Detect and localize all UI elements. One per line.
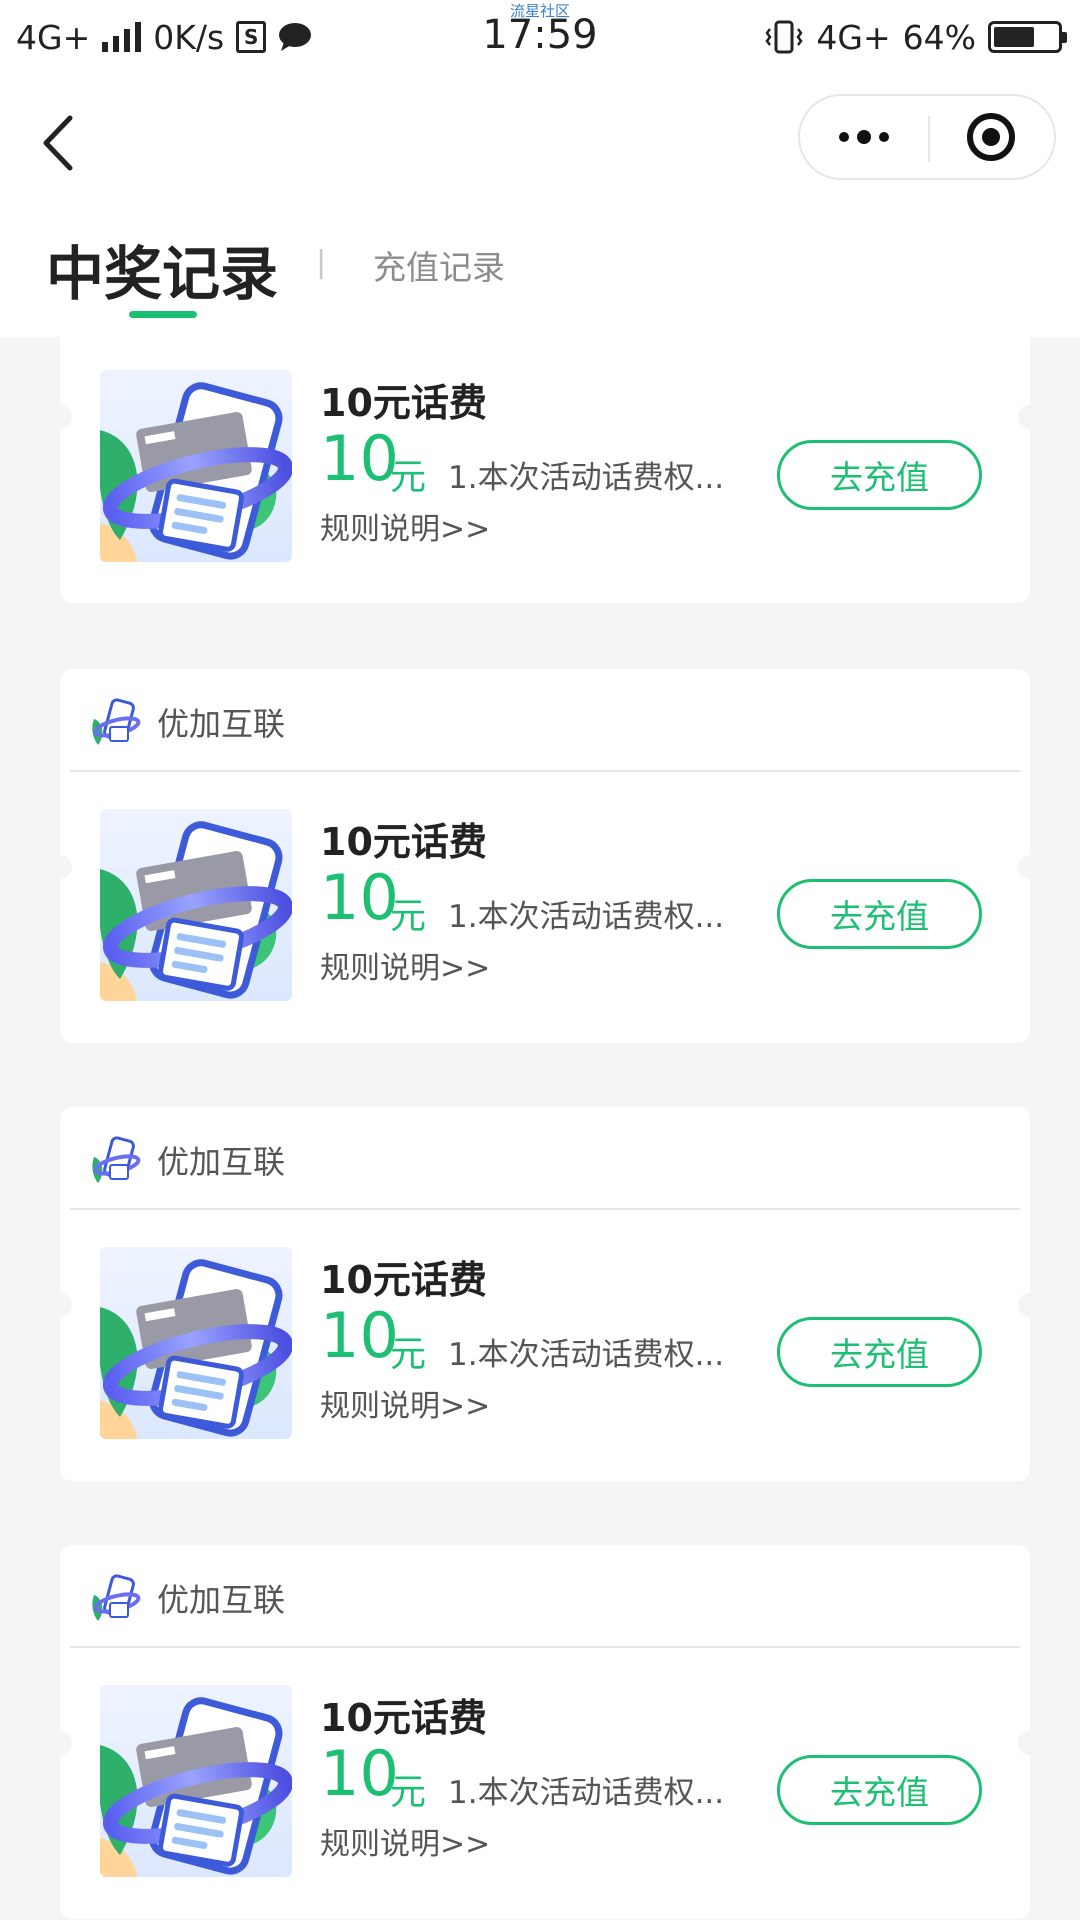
record-card: 优加互联 10元话费 10 元 1.本次活动话费权... 规则说明>> 去充值 [48,1107,1042,1481]
record-body: 10元话费 10 元 1.本次活动话费权... 规则说明>> 去充值 [60,809,1030,1004]
prize-image [100,1685,292,1877]
recharge-button[interactable]: 去充值 [777,879,982,949]
tabs-header: 中奖记录 | 充值记录 [0,215,1080,337]
prize-title: 10元话费 [320,1258,487,1302]
prize-title: 10元话费 [320,820,487,864]
brand-name: 优加互联 [157,1143,286,1181]
rules-link[interactable]: 规则说明>> [320,504,490,548]
record-card: 优加互联 10元话费 10 元 1.本次活动话费权... 规则说明>> 去充值 [48,1545,1042,1919]
prize-amount: 10 [320,1737,399,1810]
tab-winning-records[interactable]: 中奖记录 [46,227,278,311]
brand-logo-icon [92,1135,142,1185]
network-type-right: 4G+ [816,17,891,57]
brand-logo-icon [92,697,142,747]
record-card: 优加互联 10元话费 10 元 1.本次活动话费权... 规则说明>> 去充值 [48,669,1042,1043]
tab-separator: | [316,245,327,280]
nav-bar [0,75,1080,215]
status-bar: 4G+ 0K/s S 流星社区 17:59 4G+ 64% [0,0,1080,75]
target-icon [967,113,1015,161]
more-dots-icon [839,130,889,144]
battery-percent: 64% [902,17,976,57]
prize-description: 1.本次活动话费权... [448,899,725,935]
recharge-button[interactable]: 去充值 [777,1755,982,1825]
brand-name: 优加互联 [157,1581,286,1619]
prize-unit: 元 [390,1772,427,1813]
vibrate-icon [765,20,803,54]
record-body: 10元话费 10 元 1.本次活动话费权... 规则说明>> 去充值 [60,1685,1030,1880]
prize-unit: 元 [390,896,427,937]
rules-link[interactable]: 规则说明>> [320,1819,490,1863]
brand-name: 优加互联 [157,705,286,743]
mini-program-capsule [798,94,1056,180]
prize-description: 1.本次活动话费权... [448,1337,725,1373]
card-divider [70,770,1020,772]
prize-unit: 元 [390,1334,427,1375]
record-header: 优加互联 [60,669,1030,772]
record-body: 10元话费 10 元 1.本次活动话费权... 规则说明>> 去充值 [60,1247,1030,1442]
prize-title: 10元话费 [320,381,487,425]
prize-unit: 元 [390,457,427,498]
back-arrow-icon [43,115,73,171]
tab-recharge-records[interactable]: 充值记录 [373,241,505,289]
active-tab-indicator [129,311,197,318]
rules-link[interactable]: 规则说明>> [320,1381,490,1425]
prize-image [100,370,292,562]
status-right: 4G+ 64% [764,14,1067,60]
prize-amount: 10 [320,1299,399,1372]
back-button[interactable] [28,103,88,183]
record-header: 优加互联 [60,1545,1030,1648]
battery-icon [988,21,1067,53]
record-header: 优加互联 [60,1107,1030,1210]
prize-amount: 10 [320,422,399,495]
brand-logo-icon [92,1573,142,1623]
recharge-button[interactable]: 去充值 [777,440,982,510]
rules-link[interactable]: 规则说明>> [320,943,490,987]
card-divider [70,1208,1020,1210]
prize-description: 1.本次活动话费权... [448,1775,725,1811]
record-body: 10元话费 10 元 1.本次活动话费权... 规则说明>> 去充值 [60,370,1030,565]
prize-title: 10元话费 [320,1696,487,1740]
more-button[interactable] [800,96,928,178]
battery-fill [994,27,1034,47]
record-card: 10元话费 10 元 1.本次活动话费权... 规则说明>> 去充值 [48,337,1042,603]
prize-image [100,809,292,1001]
prize-description: 1.本次活动话费权... [448,460,725,496]
card-divider [70,1646,1020,1648]
prize-image [100,1247,292,1439]
recharge-button[interactable]: 去充值 [777,1317,982,1387]
close-button[interactable] [928,96,1054,178]
prize-amount: 10 [320,861,399,934]
